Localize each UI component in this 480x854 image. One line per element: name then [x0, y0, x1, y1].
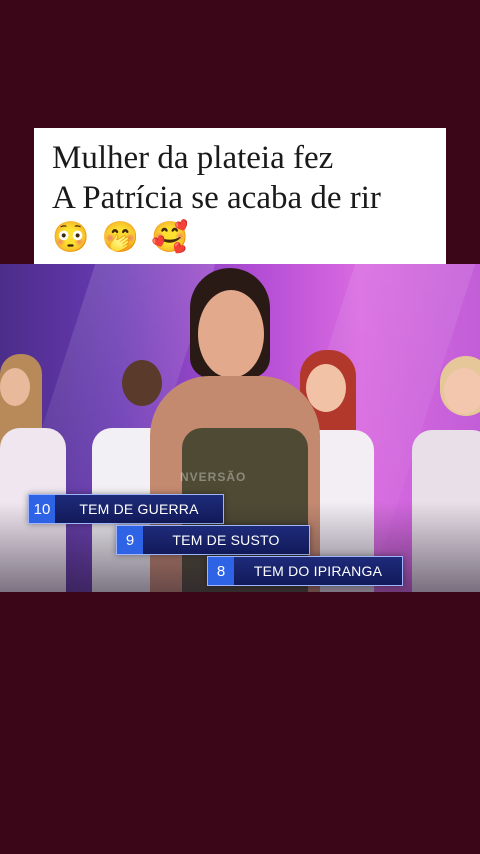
caption-line-2: A Patrícia se acaba de rir — [52, 180, 381, 216]
emoji-row: 😳 🤭 🥰 — [52, 218, 432, 258]
answer-rank-badge: 8 — [208, 557, 234, 585]
answer-label: TEM DE SUSTO — [143, 526, 309, 554]
answer-rank-badge: 10 — [29, 495, 55, 523]
answer-row-3: 8 TEM DO IPIRANGA — [207, 556, 403, 586]
hand-over-mouth-emoji: 🤭 — [101, 221, 140, 254]
smiling-hearts-emoji: 🥰 — [151, 221, 189, 254]
answer-row-2: 9 TEM DE SUSTO — [116, 525, 310, 555]
caption-box: Mulher da plateia fez A Patrícia se acab… — [34, 128, 446, 266]
answer-rank-badge: 9 — [117, 526, 143, 554]
answer-label: TEM DO IPIRANGA — [234, 557, 402, 585]
answer-label: TEM DE GUERRA — [55, 495, 223, 523]
flushed-face-emoji: 😳 — [52, 221, 90, 254]
watermark-text: NVERSÃO — [180, 470, 247, 484]
answer-row-1: 10 TEM DE GUERRA — [28, 494, 224, 524]
video-frame[interactable]: NVERSÃO 10 TEM DE GUERRA 9 TEM DE SUSTO … — [0, 264, 480, 592]
caption-line-1: Mulher da plateia fez — [52, 140, 334, 176]
